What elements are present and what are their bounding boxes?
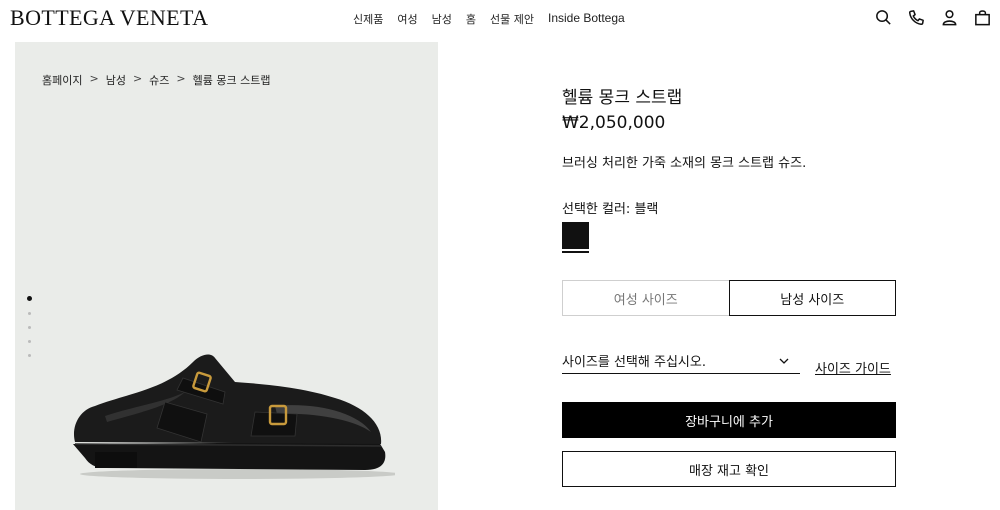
swatch-selected-indicator: [562, 251, 589, 253]
nav-new-arrivals[interactable]: 신제품: [353, 11, 383, 27]
selected-color-label: 선택한 컬러: 블랙: [562, 202, 659, 217]
breadcrumb-shoes[interactable]: 슈즈: [149, 72, 169, 88]
size-select[interactable]: 사이즈를 선택해 주십시오.: [562, 348, 800, 374]
check-store-stock-button[interactable]: 매장 재고 확인: [562, 451, 896, 487]
product-description: 브러싱 처리한 가죽 소재의 몽크 스트랩 슈즈.: [562, 156, 807, 171]
phone-icon[interactable]: [907, 8, 926, 27]
bag-icon[interactable]: [973, 8, 992, 27]
color-swatch-black[interactable]: [562, 222, 589, 249]
nav-gifts[interactable]: 선물 제안: [490, 11, 534, 27]
header-icons: [874, 8, 992, 27]
search-icon[interactable]: [874, 8, 893, 27]
product-gallery[interactable]: 홈페이지 > 남성 > 슈즈 > 헬륨 몽크 스트랩: [15, 42, 438, 510]
breadcrumb-home[interactable]: 홈페이지: [42, 72, 82, 88]
account-icon[interactable]: [940, 8, 959, 27]
size-guide-link[interactable]: 사이즈 가이드: [815, 358, 891, 377]
product-image: [73, 354, 395, 479]
size-select-placeholder: 사이즈를 선택해 주십시오.: [562, 355, 706, 370]
breadcrumb-separator: >: [89, 72, 99, 85]
breadcrumb-current: 헬륨 몽크 스트랩: [192, 74, 271, 87]
product-price: ₩2,050,000: [562, 113, 666, 133]
product-title: 헬륨 몽크 스트랩: [562, 88, 683, 108]
gallery-dot[interactable]: [28, 340, 31, 343]
size-tabs: 여성 사이즈 남성 사이즈: [562, 280, 896, 316]
breadcrumb-separator: >: [132, 72, 143, 85]
nav-men[interactable]: 남성: [432, 11, 452, 27]
brand-logo[interactable]: BOTTEGA VENETA: [10, 5, 208, 31]
site-header: BOTTEGA VENETA 신제품 여성 남성 홈 선물 제안 Inside …: [0, 0, 1000, 38]
tab-men-size[interactable]: 남성 사이즈: [728, 280, 896, 316]
chevron-down-icon: [779, 358, 789, 364]
breadcrumb-separator: >: [176, 72, 186, 85]
breadcrumb-men[interactable]: 남성: [106, 72, 126, 88]
main-nav: 신제품 여성 남성 홈 선물 제안 Inside Bottega: [353, 11, 625, 27]
nav-home[interactable]: 홈: [466, 11, 476, 27]
gallery-dot[interactable]: [28, 354, 31, 357]
breadcrumb: 홈페이지 > 남성 > 슈즈 > 헬륨 몽크 스트랩: [42, 72, 270, 88]
nav-women[interactable]: 여성: [397, 11, 417, 27]
gallery-dot[interactable]: [28, 326, 31, 329]
add-to-cart-button[interactable]: 장바구니에 추가: [562, 402, 896, 438]
nav-inside-bottega[interactable]: Inside Bottega: [548, 11, 625, 27]
gallery-dot[interactable]: [28, 312, 31, 315]
gallery-dot[interactable]: [27, 296, 32, 301]
tab-women-size[interactable]: 여성 사이즈: [562, 280, 729, 316]
gallery-pagination: [27, 296, 32, 357]
